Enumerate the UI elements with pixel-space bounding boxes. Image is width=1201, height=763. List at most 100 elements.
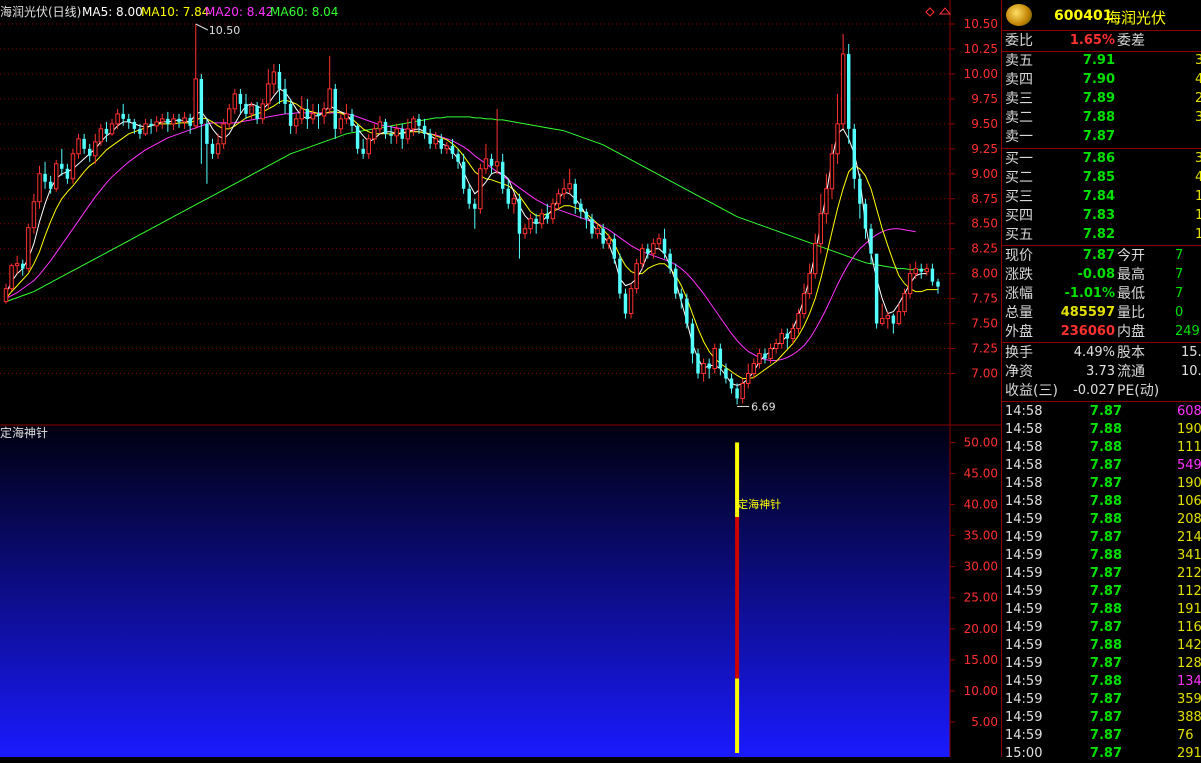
tick-row: 14:59 7.88 341 xyxy=(1005,547,1201,565)
buy-row[interactable]: 买二 7.85 4 xyxy=(1005,169,1201,187)
stat-value: -0.08 xyxy=(1077,267,1115,282)
candle-body-down xyxy=(350,113,354,126)
candle-body-up xyxy=(528,218,533,230)
kline-chart-svg[interactable]: 10.50 10.25 10.00 9.75 9.50 9.25 9.00 8.75 8.50 8… xyxy=(0,0,1001,757)
candle-body-up xyxy=(840,53,846,125)
candle-body-up xyxy=(154,121,159,127)
candle-body-up xyxy=(9,265,14,290)
indicator-axis-label: 25.00 xyxy=(964,591,998,605)
candle-body-up xyxy=(595,228,600,235)
tick-volume: 142 xyxy=(1177,638,1201,653)
candle-body-up xyxy=(768,348,773,360)
buy-volume: 4 xyxy=(1195,170,1201,185)
candle-body-up xyxy=(494,161,500,167)
stat-value: 236060 xyxy=(1060,324,1115,339)
candle-body-up xyxy=(807,273,812,295)
candle-body-down xyxy=(132,121,137,129)
kline-chart-area[interactable]: 10.50 10.25 10.00 9.75 9.50 9.25 9.00 8.75 8.50 8… xyxy=(0,0,1001,757)
sell-price: 7.91 xyxy=(1082,53,1115,68)
legend-ma20: MA20: 8.42 xyxy=(205,5,273,19)
sell-row[interactable]: 卖四 7.90 4 xyxy=(1005,71,1201,89)
fund-label-2: 股本 xyxy=(1117,345,1145,361)
candle-body-up xyxy=(3,288,9,303)
quote-stat-row: 现价 7.87 今开 7 xyxy=(1005,247,1201,265)
tick-volume: 190 xyxy=(1177,476,1201,491)
tick-price: 7.87 xyxy=(1089,530,1122,545)
sell-row[interactable]: 卖五 7.91 3 xyxy=(1005,52,1201,70)
tick-row: 14:59 7.88 1342 xyxy=(1005,673,1201,691)
weibi-row: 委比 1.65% 委差 xyxy=(1005,32,1201,50)
tick-volume: 341 xyxy=(1177,548,1201,563)
tick-row: 15:00 7.87 291 xyxy=(1005,745,1201,763)
price-axis-label: 7.50 xyxy=(971,317,998,331)
tick-volume: 608 xyxy=(1177,404,1201,419)
tick-time: 14:58 xyxy=(1005,440,1043,455)
candle-body-down xyxy=(244,103,248,114)
weibi-label: 委比 xyxy=(1005,33,1033,49)
candle-body-up xyxy=(182,117,187,123)
candle-body-down xyxy=(305,108,310,119)
candle-body-down xyxy=(138,128,142,134)
candle-body-up xyxy=(801,293,807,315)
buy-row[interactable]: 买四 7.83 1 xyxy=(1005,207,1201,225)
candle-body-up xyxy=(377,121,383,130)
buy-price: 7.86 xyxy=(1082,151,1115,166)
tick-time: 14:59 xyxy=(1005,710,1043,725)
sell-volume: 2 xyxy=(1195,91,1201,106)
sell-price: 7.89 xyxy=(1082,91,1115,106)
tick-time: 14:59 xyxy=(1005,548,1043,563)
stat-label: 总量 xyxy=(1005,305,1033,321)
buy-level-label: 买一 xyxy=(1005,151,1033,167)
tick-price: 7.88 xyxy=(1089,440,1122,455)
main-bg xyxy=(0,0,1001,425)
candle-body-down xyxy=(506,188,511,204)
sell-row[interactable]: 卖二 7.88 3 xyxy=(1005,109,1201,127)
buy-row[interactable]: 买一 7.86 3 xyxy=(1005,150,1201,168)
price-axis-label: 8.00 xyxy=(971,267,998,281)
legend-ma60: MA60: 8.04 xyxy=(270,5,338,19)
indicator-title: 定海神针 xyxy=(0,425,48,440)
candle-body-down xyxy=(891,315,896,324)
candle-body-down xyxy=(65,168,70,179)
tick-row: 14:59 7.87 112 xyxy=(1005,583,1201,601)
sell-row[interactable]: 卖一 7.87 xyxy=(1005,128,1201,146)
price-axis-label: 7.75 xyxy=(971,292,998,306)
tick-time: 14:58 xyxy=(1005,422,1043,437)
legend-stock-name: 海润光伏(日线) xyxy=(0,4,81,19)
sell-row[interactable]: 卖三 7.89 2 xyxy=(1005,90,1201,108)
candle-body-up xyxy=(26,227,31,270)
candle-body-up xyxy=(372,128,377,140)
buy-row[interactable]: 买三 7.84 1 xyxy=(1005,188,1201,206)
tick-time: 14:59 xyxy=(1005,656,1043,671)
tick-row: 14:59 7.87 116 xyxy=(1005,619,1201,637)
tick-volume: 191 xyxy=(1177,602,1201,617)
candle-body-down xyxy=(517,198,522,234)
candle-body-up xyxy=(879,318,885,325)
candle-body-up xyxy=(773,343,779,350)
stock-code: 600401 xyxy=(1054,8,1113,24)
tick-price: 7.87 xyxy=(1089,710,1122,725)
stat-value: 7.87 xyxy=(1082,248,1115,263)
tick-row: 14:59 7.87 76 xyxy=(1005,727,1201,745)
tick-row: 14:59 7.87 214 xyxy=(1005,529,1201,547)
candle-body-down xyxy=(121,113,125,119)
candle-body-down xyxy=(662,238,667,254)
tick-time: 14:58 xyxy=(1005,476,1043,491)
tick-price: 7.87 xyxy=(1089,404,1122,419)
quote-panel: 600401 海润光伏 委比 1.65% 委差 卖五 7.91 3 卖四 7.90 4 卖三 7.8… xyxy=(1001,0,1201,761)
price-axis-label: 9.50 xyxy=(971,117,998,131)
candle-body-down xyxy=(735,388,739,399)
buy-level-label: 买五 xyxy=(1005,227,1033,243)
candle-body-down xyxy=(238,93,243,104)
candle-body-down xyxy=(612,238,617,259)
tick-price: 7.87 xyxy=(1089,476,1122,491)
panel-separator xyxy=(1002,148,1201,149)
logo-icon xyxy=(1006,4,1032,26)
indicator-axis-label: 10.00 xyxy=(964,684,998,698)
tick-time: 14:59 xyxy=(1005,512,1043,527)
candle-body-up xyxy=(327,88,332,110)
candle-body-up xyxy=(812,243,818,275)
tick-time: 14:59 xyxy=(1005,584,1043,599)
tick-price: 7.87 xyxy=(1089,566,1122,581)
buy-row[interactable]: 买五 7.82 1 xyxy=(1005,226,1201,244)
